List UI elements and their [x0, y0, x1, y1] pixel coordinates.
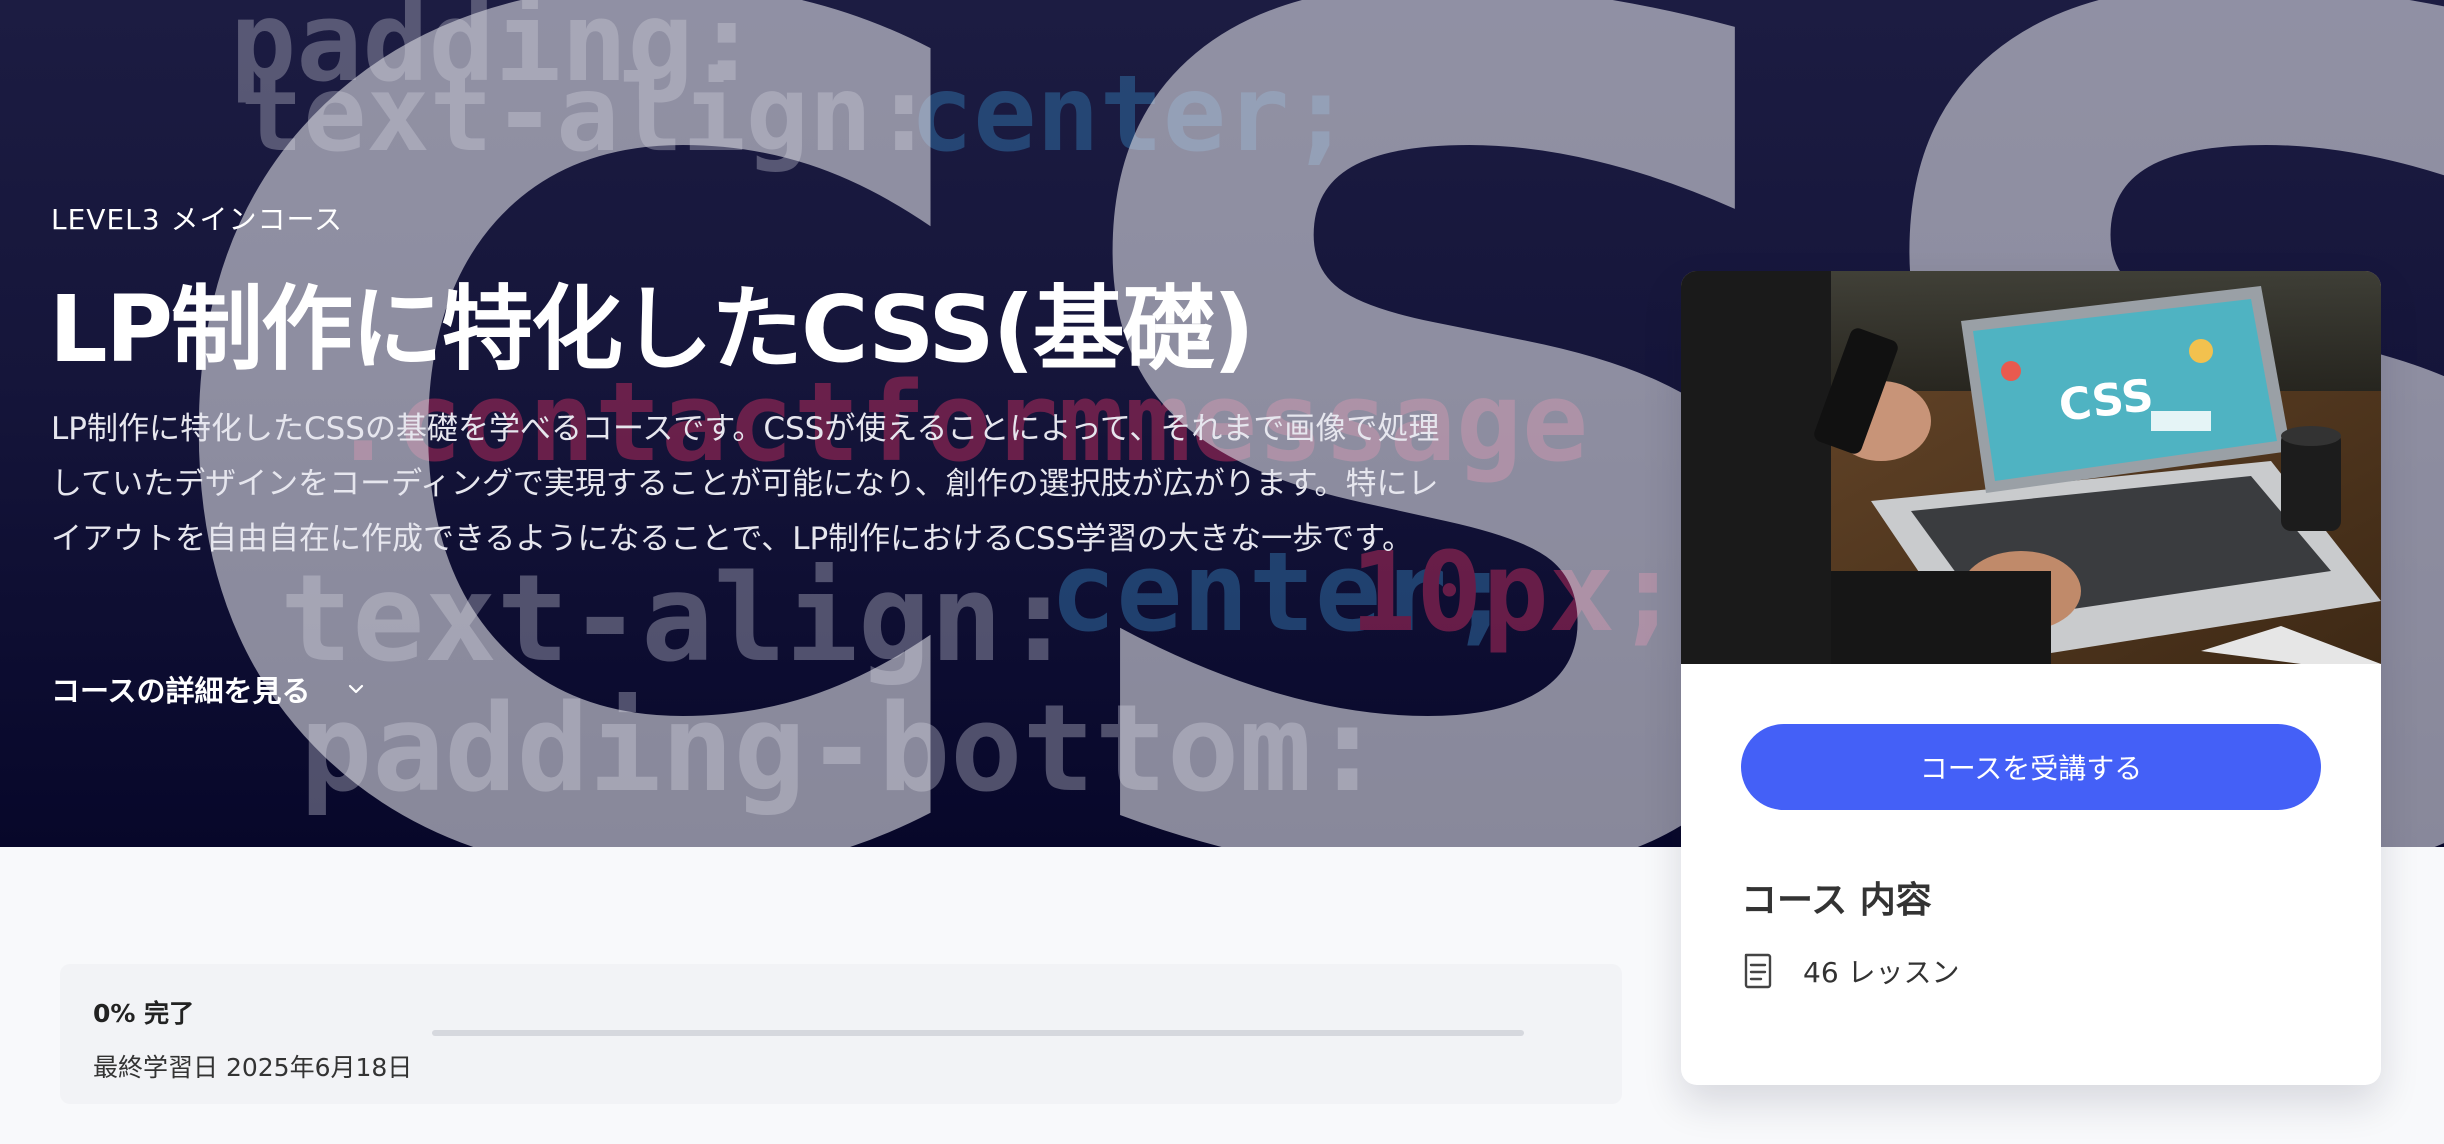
course-description: LP制作に特化したCSSの基礎を学べるコースです。CSSが使えることによって、そ…: [51, 411, 1440, 557]
book-icon: [1744, 953, 1772, 989]
progress-percent-label: 0% 完了: [93, 999, 195, 1028]
course-details-label: コースの詳細を見る: [51, 674, 311, 708]
course-page: padding: text-align: center; .contactfor…: [0, 0, 2444, 1144]
last-studied-date: 最終学習日 2025年6月18日: [93, 1053, 413, 1082]
course-thumbnail-image: CSS: [1681, 271, 2381, 664]
course-title: LP制作に特化したCSS(基礎): [49, 276, 1255, 383]
course-details-link[interactable]: コースの詳細を見る: [51, 668, 367, 710]
course-level-label: LEVEL3 メインコース: [51, 203, 344, 236]
chevron-down-icon: [348, 684, 363, 694]
lesson-count-row: 46 レッスン: [1741, 951, 1960, 991]
course-progress: 0% 完了 最終学習日 2025年6月18日: [60, 964, 1622, 1104]
progress-bar: [432, 1030, 1524, 1036]
lesson-count: 46 レッスン: [1803, 956, 1960, 989]
enroll-course-button[interactable]: コースを受講する: [1741, 724, 2321, 810]
course-enroll-card: CSS コースを受講する コース 内容 46 レッスン: [1681, 271, 2381, 1085]
course-contents-heading: コース 内容: [1741, 880, 1932, 921]
